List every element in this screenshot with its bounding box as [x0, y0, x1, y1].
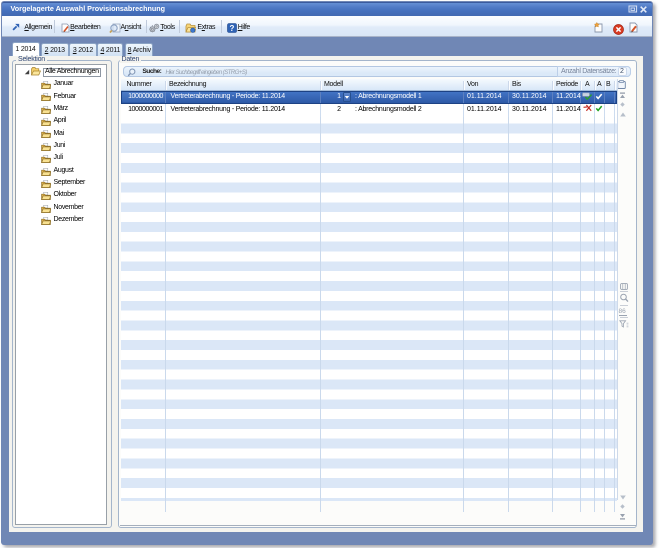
svg-text:?: ? [229, 23, 234, 32]
